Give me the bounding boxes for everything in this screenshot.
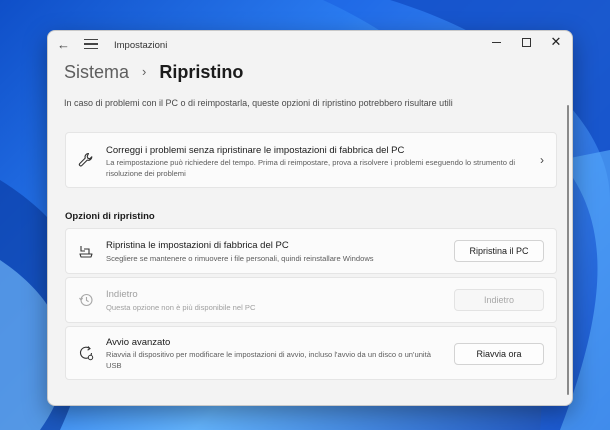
restart-now-button[interactable]: Riavvia ora (454, 343, 544, 365)
page-title: Ripristino (159, 62, 244, 82)
history-icon (79, 293, 93, 307)
go-back-button: Indietro (454, 289, 544, 311)
breadcrumb: Sistema › Ripristino (64, 62, 243, 88)
option-description: Riavvia il dispositivo per modificare le… (106, 350, 431, 370)
reset-pc-button[interactable]: Ripristina il PC (454, 240, 544, 262)
maximize-button[interactable] (510, 32, 542, 54)
option-title: Ripristina le impostazioni di fabbrica d… (106, 240, 289, 251)
intro-text: In caso di problemi con il PC o di reimp… (64, 98, 453, 108)
breadcrumb-separator: › (142, 64, 147, 79)
option-description: Questa opzione non è più disponibile nel… (106, 303, 256, 312)
hamburger-menu-icon[interactable] (84, 39, 98, 51)
option-description: Scegliere se mantenere o rimuovere i fil… (106, 254, 374, 263)
option-reset-pc: Ripristina le impostazioni di fabbrica d… (65, 228, 557, 274)
settings-window: ← Impostazioni ✕ Sistema › Ripristino In… (47, 30, 573, 406)
troubleshoot-description: La reimpostazione può richiedere del tem… (106, 158, 516, 178)
option-title: Avvio avanzato (106, 337, 171, 348)
title-bar: ← Impostazioni ✕ (48, 31, 572, 61)
troubleshoot-title: Correggi i problemi senza ripristinare l… (106, 145, 405, 156)
window-title: Impostazioni (114, 40, 168, 51)
minimize-button[interactable] (480, 32, 512, 54)
chevron-right-icon: › (540, 153, 544, 167)
option-go-back: Indietro Questa opzione non è più dispon… (65, 277, 557, 323)
advanced-startup-icon (79, 346, 94, 361)
section-heading: Opzioni di ripristino (65, 211, 155, 222)
breadcrumb-parent[interactable]: Sistema (64, 62, 129, 82)
scrollbar[interactable] (567, 105, 569, 395)
close-button[interactable]: ✕ (540, 32, 572, 54)
reset-pc-icon (79, 246, 93, 258)
option-title: Indietro (106, 289, 138, 300)
troubleshoot-card[interactable]: Correggi i problemi senza ripristinare l… (65, 132, 557, 188)
option-advanced-startup: Avvio avanzato Riavvia il dispositivo pe… (65, 326, 557, 380)
wrench-icon (78, 152, 93, 167)
back-arrow-icon[interactable]: ← (57, 38, 71, 52)
